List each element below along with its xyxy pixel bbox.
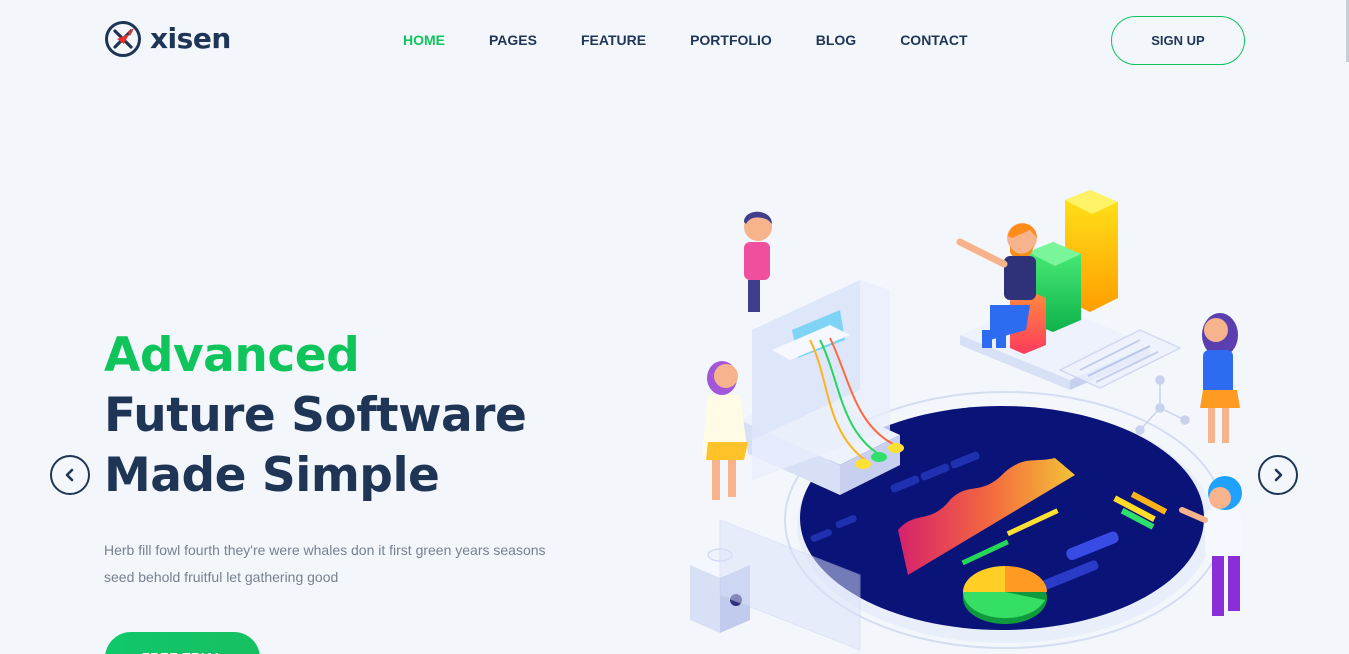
hero-description: Herb fill fowl fourth they're were whale… [104,542,546,585]
nav-item-pages[interactable]: PAGES [489,31,537,49]
hero-title-highlight: Advanced [104,328,360,383]
page: xisen HOME PAGES FEATURE PORTFOLIO BLOG … [0,0,1349,654]
chevron-left-icon [65,468,74,482]
main-nav: HOME PAGES FEATURE PORTFOLIO BLOG CONTAC… [403,31,968,49]
person-bearded [956,223,1037,348]
person-blue-top [1200,313,1240,443]
nav-item-portfolio[interactable]: PORTFOLIO [690,31,772,49]
sign-up-button[interactable]: SIGN UP [1111,16,1245,65]
hero-title-line-3: Made Simple [104,448,440,503]
nav-item-blog[interactable]: BLOG [816,31,856,49]
nav-item-contact[interactable]: CONTACT [900,31,967,49]
network-nodes [1135,375,1190,435]
hero-title: Advanced Future Software Made Simple [104,326,527,506]
nav-item-home[interactable]: HOME [403,31,445,49]
x-mark-logo-icon [105,21,141,57]
brand-logo[interactable]: xisen [104,20,231,58]
nav-item-feature[interactable]: FEATURE [581,31,646,49]
hero-illustration [690,190,1242,651]
hero-title-line-2: Future Software [104,388,527,443]
left-desk [740,280,904,495]
person-pink [744,211,772,312]
brand-name: xisen [150,22,231,55]
person-white-dress [702,361,748,500]
free-trial-button[interactable]: FREE TRIAL [105,632,260,654]
carousel-prev-button[interactable] [50,455,90,495]
